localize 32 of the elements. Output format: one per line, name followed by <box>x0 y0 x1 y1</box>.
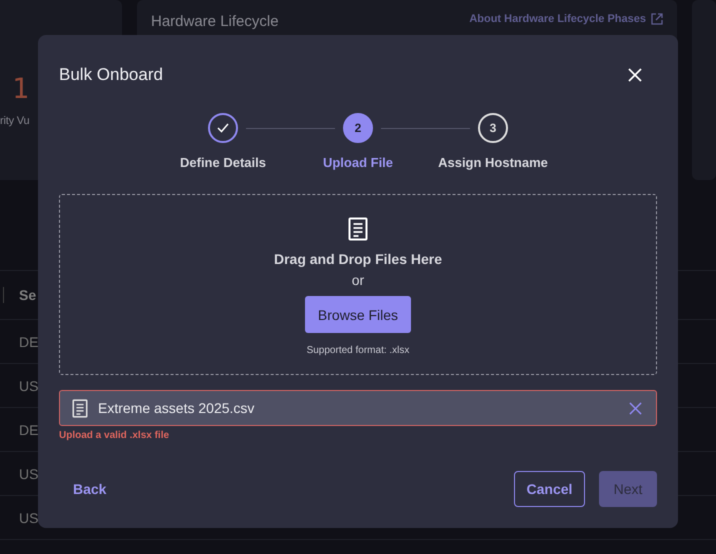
step-label: Assign Hostname <box>438 155 548 170</box>
card-title: Hardware Lifecycle <box>151 13 279 30</box>
table-cell: DE <box>19 422 38 438</box>
close-icon <box>629 402 642 414</box>
or-text: or <box>352 272 364 288</box>
check-icon <box>217 123 229 133</box>
remove-file-button[interactable] <box>627 400 644 416</box>
external-link-icon <box>651 13 663 25</box>
stat-value: 1 <box>12 72 29 105</box>
error-message: Upload a valid .xlsx file <box>59 430 170 441</box>
dropzone-heading: Drag and Drop Files Here <box>274 251 442 267</box>
document-icon <box>348 217 368 241</box>
cancel-button[interactable]: Cancel <box>514 471 585 507</box>
step-label: Upload File <box>322 155 394 170</box>
table-cell: DE <box>19 334 38 350</box>
column-header: Se <box>19 287 36 303</box>
step-number: 3 <box>478 113 508 143</box>
file-name: Extreme assets 2025.csv <box>98 400 256 416</box>
document-icon <box>72 398 88 418</box>
step-label: Define Details <box>180 155 266 170</box>
file-dropzone[interactable]: Drag and Drop Files Here or Browse Files Supported format: .xlsx <box>59 194 657 375</box>
browse-files-button[interactable]: Browse Files <box>305 296 411 333</box>
close-icon <box>628 68 642 82</box>
table-cell: US <box>19 466 38 482</box>
stat-label: rity Vu <box>0 115 30 127</box>
step-number: 2 <box>343 113 373 143</box>
format-hint: Supported format: .xlsx <box>306 345 410 356</box>
dialog-title: Bulk Onboard <box>59 65 163 85</box>
lifecycle-link[interactable]: About Hardware Lifecycle Phases <box>469 13 663 25</box>
back-button[interactable]: Back <box>59 473 120 505</box>
table-cell: US <box>19 510 38 526</box>
table-cell: US <box>19 378 38 394</box>
